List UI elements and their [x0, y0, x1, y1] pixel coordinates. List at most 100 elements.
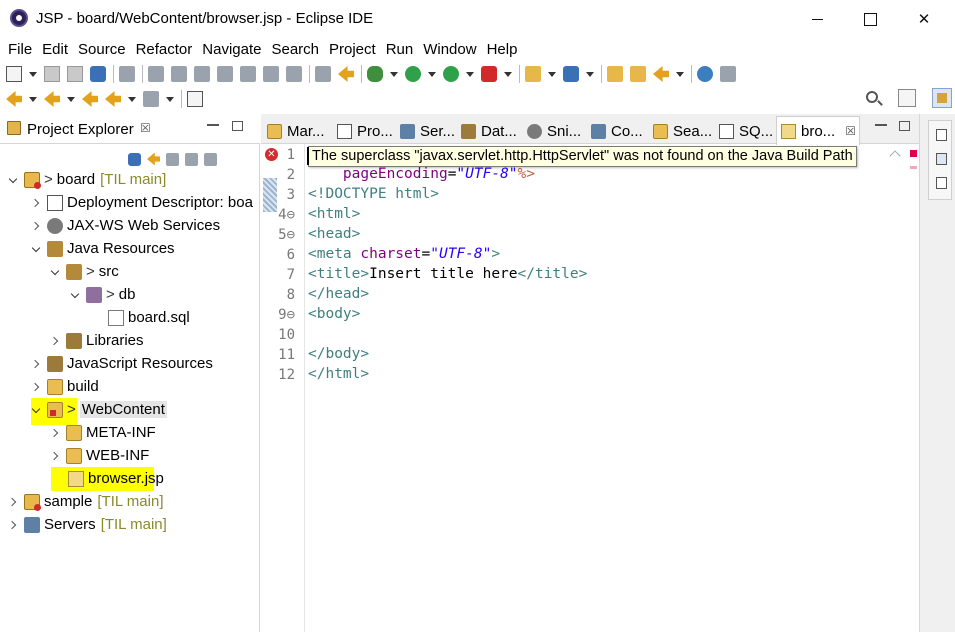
link-with-editor-icon[interactable] — [147, 152, 160, 166]
tab-console[interactable]: Co... — [587, 118, 643, 144]
tree-item-build[interactable]: build — [31, 375, 99, 398]
tab-properties[interactable]: Pro... — [333, 118, 393, 144]
save-all-icon[interactable] — [67, 66, 83, 82]
expand-chevron-icon[interactable] — [31, 404, 43, 416]
expand-chevron-icon[interactable] — [8, 519, 20, 531]
menu-project[interactable]: Project — [324, 38, 381, 62]
disconnect-icon[interactable] — [217, 66, 233, 82]
use-step-filters-icon[interactable] — [338, 66, 354, 82]
tab-servers[interactable]: Ser... — [396, 118, 455, 144]
last-edit-location-icon[interactable] — [82, 91, 98, 107]
menu-edit[interactable]: Edit — [37, 38, 73, 62]
tab-data-source-explorer[interactable]: Dat... — [457, 118, 517, 144]
menu-run[interactable]: Run — [381, 38, 419, 62]
outline-icon[interactable] — [936, 153, 947, 165]
tab-close-icon[interactable]: ☒ — [845, 124, 856, 138]
filter-icon[interactable] — [166, 152, 179, 166]
search-icon[interactable] — [866, 91, 878, 103]
tree-item-jaxws[interactable]: JAX-WS Web Services — [31, 214, 220, 237]
menu-help[interactable]: Help — [482, 38, 523, 62]
collapse-all-icon[interactable] — [128, 152, 141, 166]
tree-item-servers[interactable]: Servers [TIL main] — [8, 513, 167, 536]
line-number[interactable]: 9⊖ — [261, 307, 295, 323]
java-ee-perspective-icon[interactable] — [932, 88, 952, 108]
tree-item-src[interactable]: > src — [50, 260, 119, 283]
maximize-editor-icon[interactable] — [899, 121, 910, 131]
fold-up-icon[interactable] — [889, 150, 901, 162]
line-number[interactable]: 4⊖ — [261, 207, 295, 223]
menu-search[interactable]: Search — [266, 38, 324, 62]
menu-window[interactable]: Window — [418, 38, 481, 62]
tree-item-meta-inf[interactable]: META-INF — [50, 421, 156, 444]
new-class-icon[interactable] — [563, 66, 579, 82]
annotation-overview-marker[interactable] — [910, 166, 917, 169]
menu-refactor[interactable]: Refactor — [131, 38, 198, 62]
step-return-icon[interactable] — [286, 66, 302, 82]
expand-chevron-icon[interactable] — [31, 220, 43, 232]
run-icon[interactable] — [405, 66, 421, 82]
tree-item-browser-jsp[interactable]: browser.jsp — [68, 467, 164, 490]
new-java-project-icon[interactable] — [525, 66, 541, 82]
expand-chevron-icon[interactable] — [50, 266, 62, 278]
server-tool-icon[interactable] — [720, 66, 736, 82]
error-overview-marker[interactable] — [910, 150, 917, 157]
open-type-icon[interactable] — [607, 66, 623, 82]
tree-item-javascript-resources[interactable]: JavaScript Resources — [31, 352, 213, 375]
tree-item-board[interactable]: > board [TIL main] — [8, 168, 166, 191]
tab-sql-results[interactable]: SQ... — [715, 118, 773, 144]
drop-to-frame-icon[interactable] — [315, 66, 331, 82]
tree-item-webcontent[interactable]: > WebContent — [31, 398, 167, 421]
overview-ruler[interactable] — [906, 144, 919, 632]
resume-icon[interactable] — [148, 66, 164, 82]
tab-browser-jsp[interactable]: bro... ☒ — [776, 116, 860, 145]
expand-chevron-icon[interactable] — [31, 197, 43, 209]
close-button[interactable] — [897, 0, 951, 38]
minimize-editor-icon[interactable] — [875, 124, 887, 126]
project-explorer-title[interactable]: Project Explorer — [27, 121, 134, 138]
focus-icon[interactable] — [185, 152, 198, 166]
minimize-button[interactable] — [790, 0, 844, 38]
restore-icon[interactable] — [936, 129, 947, 141]
view-menu-icon[interactable] — [204, 152, 217, 166]
step-over-icon[interactable] — [263, 66, 279, 82]
maximize-view-icon[interactable] — [232, 121, 243, 131]
task-list-icon[interactable] — [936, 177, 947, 189]
expand-chevron-icon[interactable] — [31, 381, 43, 393]
tree-item-web-inf[interactable]: WEB-INF — [50, 444, 149, 467]
terminate-icon[interactable] — [194, 66, 210, 82]
next-annotation-icon[interactable] — [6, 91, 22, 107]
expand-chevron-icon[interactable] — [31, 358, 43, 370]
external-tools-icon[interactable] — [481, 66, 497, 82]
suspend-icon[interactable] — [171, 66, 187, 82]
code-text-area[interactable]: pageEncoding="UTF-8"%> <!DOCTYPE html> <… — [308, 144, 868, 632]
coverage-icon[interactable] — [443, 66, 459, 82]
skip-breakpoints-icon[interactable] — [119, 66, 135, 82]
expand-chevron-icon[interactable] — [31, 243, 43, 255]
debug-icon[interactable] — [367, 66, 383, 82]
tree-item-libraries[interactable]: Libraries — [50, 329, 144, 352]
search-tool-icon[interactable] — [653, 66, 669, 82]
tree-item-deployment-descriptor[interactable]: Deployment Descriptor: boa — [31, 191, 253, 214]
tab-markers[interactable]: Mar... — [263, 118, 325, 144]
expand-chevron-icon[interactable] — [70, 289, 82, 301]
tree-item-db[interactable]: > db — [70, 283, 135, 306]
back-icon[interactable] — [105, 91, 121, 107]
open-task-icon[interactable] — [630, 66, 646, 82]
menu-source[interactable]: Source — [73, 38, 131, 62]
open-perspective-icon[interactable] — [898, 89, 916, 107]
expand-chevron-icon[interactable] — [50, 450, 62, 462]
minimize-view-icon[interactable] — [207, 124, 219, 126]
open-web-browser-icon[interactable] — [697, 66, 713, 82]
menu-navigate[interactable]: Navigate — [197, 38, 266, 62]
expand-chevron-icon[interactable] — [8, 174, 20, 186]
expand-chevron-icon[interactable] — [50, 427, 62, 439]
tree-item-board-sql[interactable]: board.sql — [108, 306, 190, 329]
pin-editor-icon[interactable] — [187, 91, 203, 107]
forward-icon[interactable] — [143, 91, 159, 107]
previous-annotation-icon[interactable] — [44, 91, 60, 107]
menu-file[interactable]: File — [3, 38, 37, 62]
step-into-icon[interactable] — [240, 66, 256, 82]
project-explorer-close-icon[interactable]: ☒ — [140, 121, 151, 135]
tab-search[interactable]: Sea... — [649, 118, 712, 144]
expand-chevron-icon[interactable] — [8, 496, 20, 508]
